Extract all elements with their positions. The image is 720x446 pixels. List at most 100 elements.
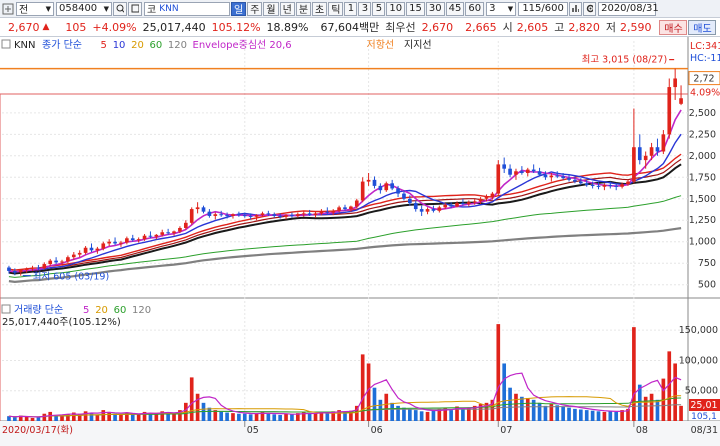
tab-interval-5[interactable]: 5 bbox=[372, 1, 386, 16]
tab-interval-45[interactable]: 45 bbox=[445, 1, 465, 16]
count-field[interactable]: 115/600 bbox=[518, 1, 569, 16]
x-end-label: 08/31 bbox=[691, 425, 718, 436]
candle-body bbox=[66, 257, 70, 262]
volume-bar bbox=[248, 414, 253, 421]
link-icon[interactable] bbox=[2, 3, 14, 15]
price-tag: 2,72 bbox=[693, 74, 714, 85]
tab-period-5[interactable]: 초 bbox=[312, 1, 328, 16]
candle-body bbox=[508, 168, 512, 175]
high-label: 고 bbox=[554, 21, 565, 34]
bar-chart-icon bbox=[572, 5, 580, 12]
legend-item: 저항선 bbox=[367, 39, 395, 51]
volume-bar bbox=[496, 324, 501, 421]
volume-bar bbox=[60, 416, 64, 421]
candle-body bbox=[608, 185, 613, 187]
volume-bar bbox=[225, 412, 229, 421]
volume-bar bbox=[119, 414, 123, 421]
volume-bar bbox=[266, 413, 271, 421]
tab-period-2[interactable]: 월 bbox=[263, 1, 279, 16]
volume-bar bbox=[89, 413, 94, 421]
tab-interval-3[interactable]: 3 bbox=[358, 1, 372, 16]
tab-interval-1[interactable]: 1 bbox=[344, 1, 358, 16]
candle-body bbox=[561, 176, 565, 179]
volume-bar bbox=[278, 414, 282, 421]
vol-legend-item: 60 bbox=[114, 305, 127, 316]
candle-body bbox=[125, 238, 129, 243]
tab-interval-10[interactable]: 10 bbox=[386, 1, 406, 16]
candle-body bbox=[496, 164, 501, 194]
vol-legend-item: 5 bbox=[83, 305, 89, 316]
candle-body bbox=[242, 215, 247, 217]
volume-bar bbox=[372, 387, 377, 421]
candle-body bbox=[142, 235, 147, 240]
price-chart[interactable]: 2,5002,2502,0001,7501,5001,2501,00075050… bbox=[0, 37, 720, 446]
pct-tag: 4.09% bbox=[690, 88, 720, 99]
volume-bar bbox=[13, 417, 17, 421]
candle-body bbox=[119, 242, 123, 244]
open-price: 2,605 bbox=[516, 20, 549, 34]
low-annotation: 최저 605 (03/19) bbox=[33, 272, 109, 283]
tab-period-0[interactable]: 일 bbox=[231, 1, 247, 16]
volume-bar bbox=[130, 413, 135, 421]
sell-button[interactable]: 매도 bbox=[688, 19, 717, 35]
candle-body bbox=[632, 147, 636, 182]
tab-interval-15[interactable]: 15 bbox=[406, 1, 425, 16]
tab-period-6[interactable]: 틱 bbox=[328, 1, 344, 16]
volume-bar bbox=[272, 414, 277, 421]
settings-button[interactable] bbox=[583, 1, 597, 16]
candle-body bbox=[378, 185, 383, 191]
candle-body bbox=[225, 215, 229, 217]
market-dropdown[interactable]: 전 ▼ bbox=[16, 1, 54, 16]
trade-amount: 67,604백만 bbox=[320, 21, 380, 34]
volume-tick-label: 150,000 bbox=[679, 325, 718, 336]
candle-body bbox=[113, 241, 117, 244]
stock-name-field[interactable]: 코 KNN bbox=[144, 1, 230, 16]
buy-button[interactable]: 매수 bbox=[659, 19, 688, 35]
volume-bar bbox=[449, 410, 453, 421]
candle-body bbox=[136, 239, 141, 241]
candle-body bbox=[260, 213, 265, 216]
month-tick-label: 05 bbox=[247, 425, 259, 436]
candle-body bbox=[637, 147, 642, 161]
zoom-button[interactable] bbox=[128, 1, 142, 16]
candle-body bbox=[590, 185, 595, 187]
volume-bar bbox=[520, 396, 524, 421]
candle-body bbox=[567, 178, 571, 180]
candle-body bbox=[219, 214, 224, 216]
market-dropdown-label: 전 bbox=[19, 5, 29, 16]
gear-icon bbox=[586, 4, 594, 13]
price-tick-label: 2,250 bbox=[689, 129, 716, 140]
volume-bar bbox=[537, 402, 542, 421]
volume-bar bbox=[231, 413, 235, 421]
bar-chart-button[interactable] bbox=[569, 1, 583, 16]
volume-bar bbox=[313, 413, 318, 421]
candle-body bbox=[77, 252, 82, 255]
volume-bar bbox=[290, 414, 294, 421]
tab-interval-60[interactable]: 60 bbox=[465, 1, 485, 16]
hc-label: HC:-11 bbox=[690, 53, 720, 64]
volume-bar bbox=[136, 414, 141, 421]
interval-input[interactable]: 3 ▼ bbox=[486, 1, 517, 16]
tab-interval-30[interactable]: 30 bbox=[425, 1, 445, 16]
search-button[interactable] bbox=[113, 1, 127, 16]
volume-bar bbox=[42, 413, 47, 421]
volume-bar bbox=[543, 405, 548, 421]
legend-stock-name: KNN bbox=[14, 40, 36, 51]
candle-body bbox=[514, 171, 518, 175]
stock-prefix: 코 bbox=[147, 5, 157, 16]
tab-period-1[interactable]: 주 bbox=[247, 1, 263, 16]
volume-bar bbox=[172, 413, 176, 421]
volume-tick-label: 50,000 bbox=[685, 386, 718, 397]
code-input[interactable]: 058400 ▼ bbox=[56, 1, 112, 16]
candle-body bbox=[402, 193, 406, 199]
volume-bar bbox=[95, 414, 100, 421]
tab-period-3[interactable]: 년 bbox=[279, 1, 295, 16]
date-field[interactable]: 2020/08/31 bbox=[598, 1, 659, 16]
volume-bar bbox=[284, 413, 288, 421]
volume-bar bbox=[189, 377, 194, 421]
volume-bar bbox=[30, 417, 35, 421]
volume-bar bbox=[461, 408, 465, 421]
legend-item: 120 bbox=[168, 40, 187, 51]
candle-body bbox=[472, 201, 477, 203]
tab-period-4[interactable]: 분 bbox=[295, 1, 312, 16]
